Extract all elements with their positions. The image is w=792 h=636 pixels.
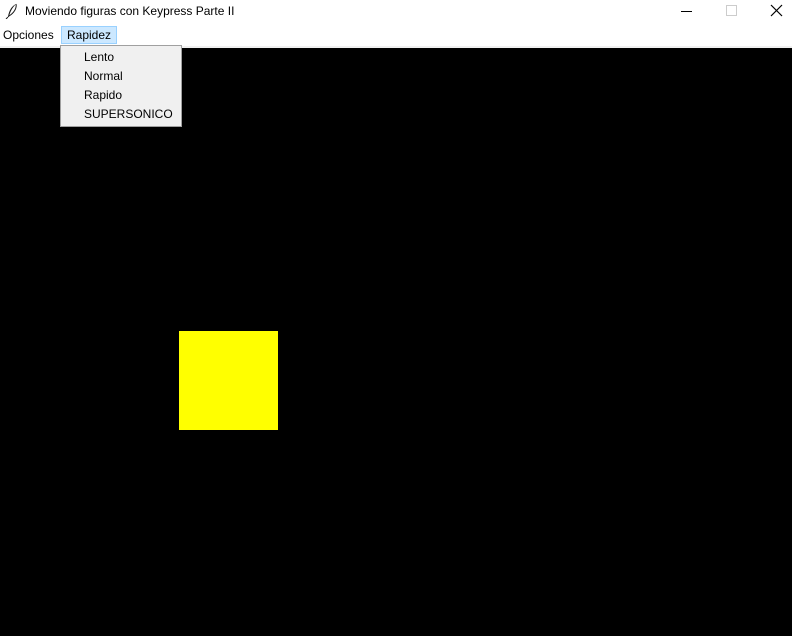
yellow-square — [179, 331, 278, 430]
menu-opciones[interactable]: Opciones — [0, 26, 60, 44]
minimize-button[interactable] — [664, 0, 709, 23]
title-bar[interactable]: Moviendo figuras con Keypress Parte II — [0, 0, 792, 23]
menu-item-supersonico[interactable]: SUPERSONICO — [84, 105, 173, 124]
app-window: Moviendo figuras con Keypress Parte II O… — [0, 0, 792, 636]
menu-item-lento[interactable]: Lento — [84, 48, 114, 67]
close-icon — [770, 4, 783, 17]
menu-rapidez[interactable]: Rapidez — [61, 26, 118, 44]
menu-bar: Opciones Rapidez — [0, 25, 792, 46]
minimize-icon — [681, 11, 692, 12]
maximize-button[interactable] — [709, 0, 754, 23]
feather-icon — [5, 3, 19, 20]
maximize-icon — [726, 5, 737, 16]
speed-dropdown-menu: Lento Normal Rapido SUPERSONICO — [60, 45, 182, 127]
menu-item-normal[interactable]: Normal — [84, 67, 123, 86]
window-title: Moviendo figuras con Keypress Parte II — [25, 4, 235, 18]
menu-item-rapido[interactable]: Rapido — [84, 86, 122, 105]
drawing-canvas[interactable] — [0, 48, 792, 636]
close-button[interactable] — [754, 0, 792, 23]
